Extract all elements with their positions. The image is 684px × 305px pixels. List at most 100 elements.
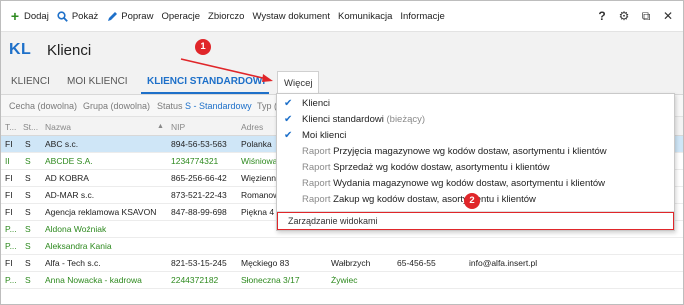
- edit-button[interactable]: Popraw: [102, 1, 157, 31]
- plus-icon: +: [10, 8, 20, 24]
- view-item-label: Zakup wg kodów dostaw, asortymentu i kli…: [333, 194, 536, 205]
- cell-name: ABCDE S.A.: [45, 156, 93, 166]
- col-nip[interactable]: NIP: [171, 122, 185, 132]
- view-item[interactable]: ✔ Klienci standardowi (bieżący): [277, 112, 674, 128]
- tab-klienci-standardowi[interactable]: KLIENCI STANDARDOWI: [147, 76, 265, 87]
- view-item[interactable]: ✔ Moi klienci: [277, 128, 674, 144]
- cell-type: P...: [5, 224, 17, 234]
- window-controls: ? ⚙ ⧉ ✕: [591, 1, 679, 31]
- cell-type: P...: [5, 241, 17, 251]
- issue-document-label: Wystaw dokument: [252, 10, 330, 22]
- cell-name: Agencja reklamowa KSAVON: [45, 207, 157, 217]
- cell-name: Aldona Woźniak: [45, 224, 107, 234]
- filter-feature[interactable]: Cecha (dowolna): [9, 101, 77, 111]
- view-item-suffix: (bieżący): [383, 114, 426, 125]
- cell-city: Wałbrzych: [331, 258, 371, 268]
- annotation-badge-1: 1: [195, 39, 211, 55]
- view-item-text: Moi klienci: [302, 130, 346, 141]
- add-label: Dodaj: [24, 10, 49, 22]
- app-window: + Dodaj Pokaż Popraw Operacje Zbiorczo W…: [0, 0, 684, 305]
- cell-address: Męckiego 83: [241, 258, 290, 268]
- cell-status: S: [25, 190, 31, 200]
- view-item-label: Przyjęcia magazynowe wg kodów dostaw, as…: [333, 146, 607, 157]
- cell-name: AD-MAR s.c.: [45, 190, 95, 200]
- view-item[interactable]: Raport Sprzedaż wg kodów dostaw, asortym…: [277, 160, 674, 176]
- cell-status: S: [25, 139, 31, 149]
- view-tabs: KLIENCI MOI KLIENCI KLIENCI STANDARDOWI: [1, 71, 683, 95]
- cell-nip: 865-256-66-42: [171, 173, 227, 183]
- view-item-text: Raport Zakup wg kodów dostaw, asortyment…: [302, 194, 536, 205]
- view-item-label: Wydania magazynowe wg kodów dostaw, asor…: [333, 178, 606, 189]
- cell-status: S: [25, 156, 31, 166]
- information-menu[interactable]: Informacje: [396, 1, 448, 31]
- manage-views-item[interactable]: Zarządzanie widokami: [277, 212, 674, 230]
- view-item[interactable]: Raport Przyjęcia magazynowe wg kodów dos…: [277, 144, 674, 160]
- bulk-menu[interactable]: Zbiorczo: [204, 1, 248, 31]
- view-item-text: Raport Przyjęcia magazynowe wg kodów dos…: [302, 146, 607, 157]
- cell-nip: 873-521-22-43: [171, 190, 227, 200]
- col-address[interactable]: Adres: [241, 122, 263, 132]
- cell-type: FI: [5, 173, 13, 183]
- page-title: Klienci: [47, 42, 92, 59]
- annotation-badge-2: 2: [464, 193, 480, 209]
- filter-type[interactable]: Typ (: [257, 101, 277, 111]
- more-views-button[interactable]: Więcej: [277, 71, 319, 93]
- add-button[interactable]: + Dodaj: [5, 1, 53, 31]
- gear-icon[interactable]: ⚙: [613, 9, 635, 23]
- cell-status: S: [25, 258, 31, 268]
- close-icon[interactable]: ✕: [657, 9, 679, 23]
- cell-status: S: [25, 275, 31, 285]
- table-row[interactable]: FI S Alfa - Tech s.c. 821-53-15-245 Męckiego…: [1, 255, 683, 272]
- cell-name: ABC s.c.: [45, 139, 79, 149]
- bulk-label: Zbiorczo: [208, 10, 245, 22]
- issue-document-menu[interactable]: Wystaw dokument: [248, 1, 334, 31]
- filter-status-value: S - Standardowy: [185, 101, 252, 111]
- tab-klienci[interactable]: KLIENCI: [11, 76, 50, 87]
- cell-email: info@alfa.insert.pl: [469, 258, 538, 268]
- checkmark-icon: ✔: [284, 114, 293, 125]
- table-row[interactable]: P... S Anna Nowacka - kadrowa 2244372182 Sło…: [1, 272, 683, 289]
- active-tab-indicator: [141, 92, 269, 94]
- filter-status[interactable]: Status S - Standardowy: [157, 101, 252, 111]
- view-item-text: Klienci standardowi (bieżący): [302, 114, 425, 125]
- toolbar: + Dodaj Pokaż Popraw Operacje Zbiorczo W…: [1, 1, 683, 31]
- cell-name: AD KOBRA: [45, 173, 89, 183]
- view-item-label: Klienci: [302, 98, 330, 109]
- view-item[interactable]: ✔ Klienci: [277, 96, 674, 112]
- table-row[interactable]: P... S Aleksandra Kania: [1, 238, 683, 255]
- restore-window-icon[interactable]: ⧉: [635, 9, 657, 24]
- cell-nip: 2244372182: [171, 275, 219, 285]
- search-icon: [57, 10, 69, 22]
- cell-status: S: [25, 173, 31, 183]
- col-type[interactable]: T...: [5, 122, 16, 132]
- cell-city: Żywiec: [331, 275, 358, 285]
- manage-views-label: Zarządzanie widokami: [288, 216, 378, 226]
- filter-group[interactable]: Grupa (dowolna): [83, 101, 150, 111]
- checkmark-icon: ✔: [284, 98, 293, 109]
- cell-name: Aleksandra Kania: [45, 241, 112, 251]
- view-item-label: Sprzedaż wg kodów dostaw, asortymentu i …: [333, 162, 550, 173]
- cell-address: Słoneczna 3/17: [241, 275, 300, 285]
- col-name[interactable]: Nazwa: [45, 122, 71, 132]
- col-status[interactable]: St...: [23, 122, 38, 132]
- cell-type: P...: [5, 275, 17, 285]
- view-item[interactable]: Raport Wydania magazynowe wg kodów dosta…: [277, 176, 674, 192]
- view-item-prefix: Raport: [302, 146, 334, 157]
- cell-status: S: [25, 207, 31, 217]
- view-item-text: Klienci: [302, 98, 330, 109]
- tab-moi-klienci[interactable]: MOI KLIENCI: [67, 76, 128, 87]
- show-label: Pokaż: [71, 10, 99, 22]
- sort-asc-icon: ▲: [157, 123, 164, 130]
- cell-nip: 847-88-99-698: [171, 207, 227, 217]
- help-icon[interactable]: ?: [591, 9, 613, 23]
- operations-menu[interactable]: Operacje: [157, 1, 204, 31]
- edit-label: Popraw: [121, 10, 154, 22]
- view-item-label: Moi klienci: [302, 130, 347, 141]
- views-dropdown: ✔ Klienci ✔ Klienci standardowi (bieżący) ✔ M…: [276, 93, 675, 231]
- cell-nip: 1234774321: [171, 156, 219, 166]
- show-button[interactable]: Pokaż: [53, 1, 102, 31]
- module-badge: KL: [9, 41, 32, 58]
- communication-menu[interactable]: Komunikacja: [334, 1, 396, 31]
- cell-type: II: [5, 156, 10, 166]
- cell-type: FI: [5, 207, 13, 217]
